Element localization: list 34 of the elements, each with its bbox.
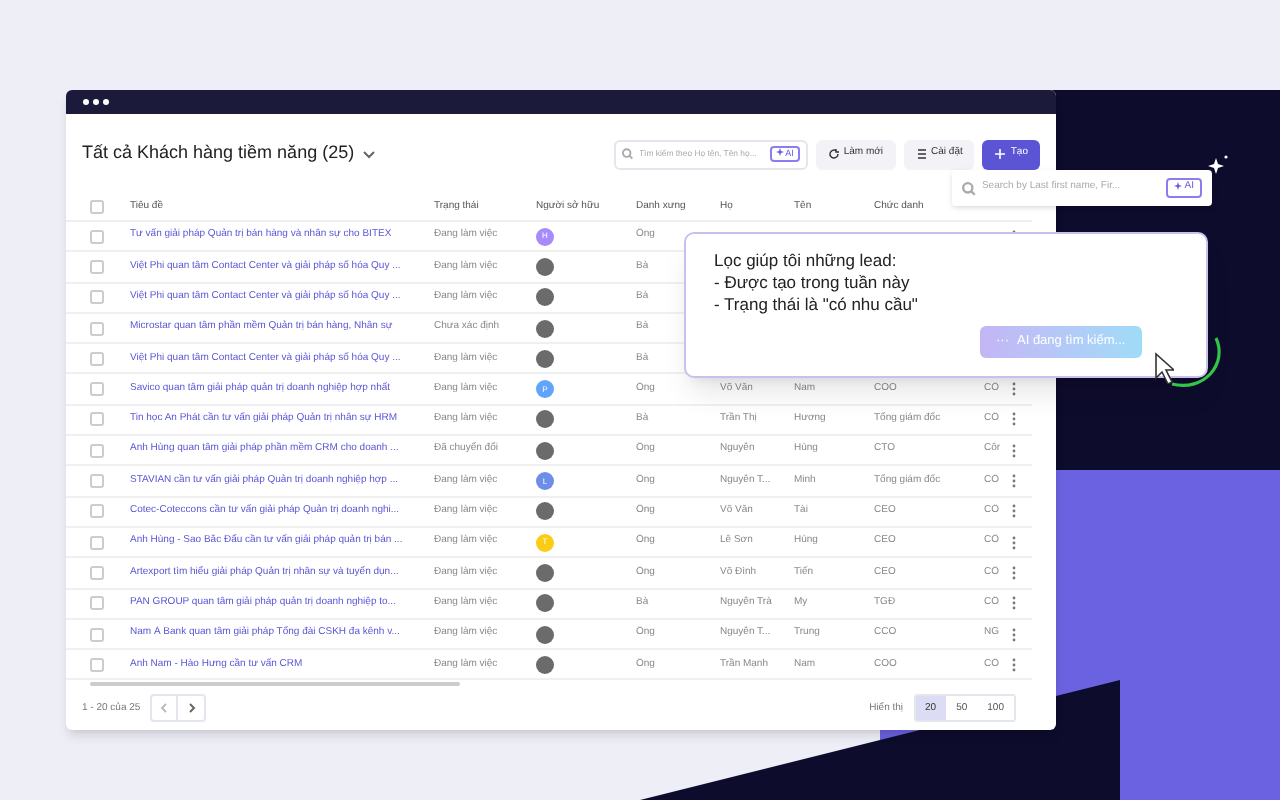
row-checkbox[interactable] bbox=[90, 565, 104, 580]
row-checkbox[interactable] bbox=[90, 596, 104, 611]
sliders-icon bbox=[915, 148, 928, 160]
row-checkbox[interactable] bbox=[90, 321, 104, 336]
refresh-icon bbox=[827, 148, 840, 160]
row-checkbox[interactable] bbox=[90, 290, 104, 305]
select-all-checkbox[interactable] bbox=[90, 200, 104, 214]
search-icon bbox=[621, 148, 633, 160]
row-checkbox[interactable] bbox=[90, 351, 104, 366]
search-icon bbox=[962, 181, 976, 195]
sparkle-icon bbox=[1206, 154, 1230, 178]
row-checkbox[interactable] bbox=[90, 382, 104, 397]
row-checkbox[interactable] bbox=[90, 474, 104, 489]
chevron-down-icon[interactable] bbox=[362, 149, 377, 159]
avatar-placeholder bbox=[536, 502, 554, 521]
horizontal-scrollbar[interactable] bbox=[90, 682, 460, 687]
row-checkbox[interactable] bbox=[90, 504, 104, 519]
plus-icon bbox=[994, 148, 1007, 160]
dots-icon bbox=[82, 98, 110, 106]
row-checkbox[interactable] bbox=[90, 229, 104, 244]
row-checkbox[interactable] bbox=[90, 657, 104, 672]
prompt-text: Lọc giúp tôi những lead: bbox=[714, 250, 899, 272]
prompt-text: - Được tạo trong tuần này bbox=[714, 272, 912, 294]
page-title: Tất cả Khách hàng tiềm năng (25) bbox=[82, 140, 355, 167]
row-checkbox[interactable] bbox=[90, 627, 104, 641]
row-checkbox[interactable] bbox=[90, 412, 104, 427]
chevron-right-icon bbox=[187, 702, 196, 715]
row-checkbox[interactable] bbox=[90, 443, 104, 458]
sparkle-icon bbox=[775, 148, 784, 157]
row-checkbox[interactable] bbox=[90, 259, 104, 274]
prompt-text: - Trạng thái là "có nhu cầu" bbox=[714, 294, 920, 316]
row-checkbox[interactable] bbox=[90, 535, 104, 550]
chevron-left-icon bbox=[160, 702, 169, 715]
sparkle-icon bbox=[1174, 181, 1183, 190]
